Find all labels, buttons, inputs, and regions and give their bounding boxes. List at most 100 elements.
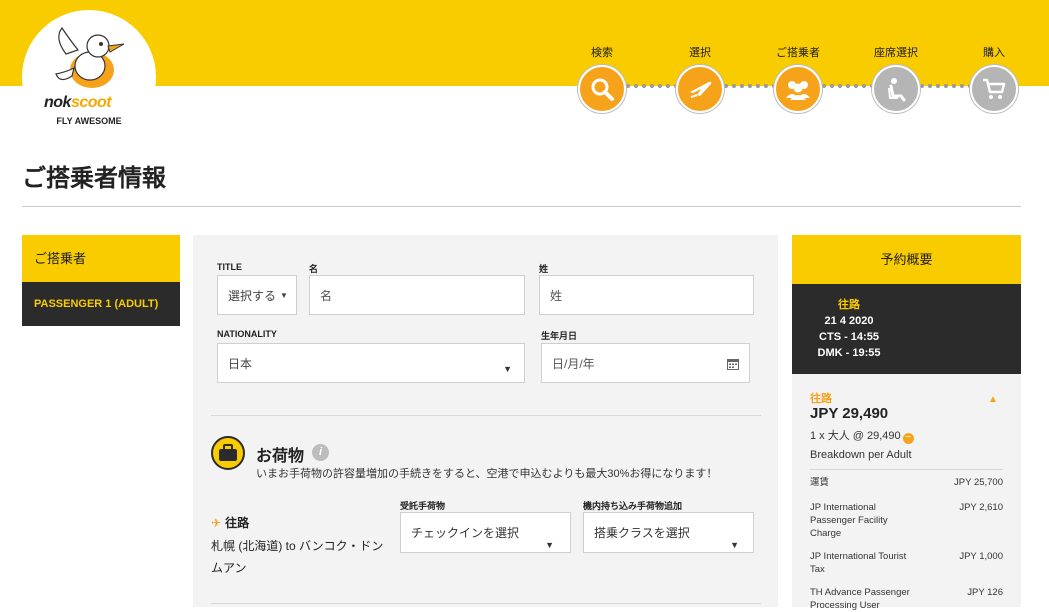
- airplane-icon: ✈: [211, 516, 222, 530]
- step-select[interactable]: 選択: [672, 46, 728, 113]
- luggage-icon: [211, 436, 245, 470]
- fee-row: 運賃 JPY 25,700: [810, 476, 1003, 489]
- step-circle: [578, 65, 626, 113]
- title-divider: [22, 206, 1021, 207]
- step-search[interactable]: 検索: [574, 46, 630, 113]
- fee-row: JP International Tourist Tax JPY 1,000: [810, 550, 1003, 576]
- step-label: 購入: [983, 47, 1005, 59]
- sidebar-heading: ご搭乗者: [22, 235, 180, 282]
- step-circle: [774, 65, 822, 113]
- search-icon: [591, 78, 614, 101]
- logo-scoot-text: scoot: [70, 94, 112, 111]
- last-name-label: 姓: [539, 264, 549, 274]
- step-label: 座席選択: [874, 47, 918, 59]
- dob-placeholder: 日/月/年: [552, 356, 595, 371]
- last-name-placeholder: 姓: [550, 288, 563, 303]
- fee-name: JP International Passenger Facility Char…: [810, 502, 888, 539]
- first-name-placeholder: 名: [320, 288, 333, 303]
- dob-input[interactable]: 日/月/年: [541, 343, 750, 383]
- dob-label: 生年月日: [541, 331, 578, 341]
- nokscoot-logo[interactable]: nokscoot FLY AWESOME: [22, 10, 156, 144]
- progress-connector: [920, 84, 972, 88]
- checked-baggage-label: 受託手荷物: [400, 501, 446, 511]
- remove-icon[interactable]: −: [902, 433, 914, 444]
- breakdown-label: Breakdown per Adult: [810, 449, 912, 461]
- fee-amount: JPY 25,700: [954, 477, 1003, 488]
- title-select[interactable]: 選択する ▼: [217, 275, 297, 315]
- cart-icon: [983, 78, 1006, 99]
- passengers-icon: [786, 81, 810, 100]
- airplane-icon: [690, 81, 712, 98]
- section-divider: [211, 415, 761, 416]
- nationality-value: 日本: [228, 356, 253, 371]
- progress-connector: [626, 84, 678, 88]
- sidebar-item-passenger-1[interactable]: PASSENGER 1 (ADULT): [22, 282, 180, 326]
- flight-info: 往路 21 4 2020 CTS - 14:55 DMK - 19:55: [810, 297, 888, 361]
- nationality-select[interactable]: 日本 ▼: [217, 343, 525, 383]
- step-circle: [872, 65, 920, 113]
- booking-progress: 検索 選択 ご搭乗者 座席選択 購入: [578, 46, 1018, 116]
- fee-name: TH Advance Passenger Processing User: [810, 587, 910, 611]
- baggage-title: お荷物: [256, 448, 305, 465]
- section-divider: [211, 603, 761, 604]
- fee-row: JP International Passenger Facility Char…: [810, 501, 1003, 540]
- checked-baggage-value: チェックインを選択: [411, 526, 520, 540]
- bird-mascot-icon: [55, 26, 125, 88]
- fee-name: JP International Tourist Tax: [810, 551, 907, 575]
- booking-summary: 予約概要 往路 21 4 2020 CTS - 14:55 DMK - 19:5…: [792, 235, 1021, 611]
- passenger-sidebar: ご搭乗者 PASSENGER 1 (ADULT): [22, 235, 180, 326]
- summary-total: JPY 29,490: [810, 405, 889, 422]
- logo-nok-text: nok: [44, 94, 71, 111]
- step-purchase[interactable]: 購入: [966, 46, 1022, 113]
- flight-depart: CTS - 14:55: [819, 331, 879, 343]
- fee-amount: JPY 126: [967, 587, 1003, 598]
- last-name-input[interactable]: 姓: [539, 275, 754, 315]
- baggage-route: 札幌 (北海道) to バンコク・ドンムアン: [211, 539, 384, 575]
- step-label: 検索: [591, 47, 613, 59]
- title-label: TITLE: [217, 262, 242, 272]
- summary-outbound-label: 往路: [810, 393, 832, 405]
- first-name-label: 名: [309, 264, 319, 274]
- logo-wordmark: nokscoot: [44, 94, 144, 112]
- summary-heading: 予約概要: [792, 235, 1021, 284]
- page-title: ご搭乗者情報: [22, 165, 166, 192]
- chevron-down-icon: ▼: [503, 364, 512, 374]
- pax-line-text: 1 x 大人 @ 29,490: [810, 430, 901, 442]
- checked-baggage-select[interactable]: チェックインを選択 ▼: [400, 512, 571, 553]
- step-seat-selection[interactable]: 座席選択: [868, 46, 924, 113]
- flight-date: 21 4 2020: [824, 315, 874, 327]
- summary-pax-line: 1 x 大人 @ 29,490−: [810, 427, 914, 444]
- step-circle: [676, 65, 724, 113]
- fee-row: TH Advance Passenger Processing User JPY…: [810, 586, 1003, 612]
- chevron-down-icon: ▼: [545, 540, 554, 550]
- step-circle: [970, 65, 1018, 113]
- cabin-baggage-label: 機内持ち込み手荷物追加: [583, 501, 683, 511]
- step-label: 選択: [689, 47, 711, 59]
- nationality-label: NATIONALITY: [217, 329, 277, 339]
- summary-divider: [810, 469, 1003, 470]
- flight-direction: 往路: [838, 299, 860, 311]
- logo-tagline: FLY AWESOME: [56, 116, 122, 126]
- title-select-value: 選択する: [228, 288, 277, 303]
- fee-amount: JPY 1,000: [959, 551, 1003, 562]
- first-name-input[interactable]: 名: [309, 275, 525, 315]
- info-icon[interactable]: i: [312, 444, 329, 461]
- baggage-outbound-label: ✈ 往路: [211, 514, 249, 531]
- collapse-arrow-icon[interactable]: ▲: [988, 394, 998, 405]
- cabin-baggage-select[interactable]: 搭乗クラスを選択 ▼: [583, 512, 754, 553]
- fee-name: 運賃: [810, 477, 830, 488]
- seat-icon: [888, 78, 906, 102]
- baggage-note: いまお手荷物の許容量増加の手続きをすると、空港で申込むよりも最大30%お得になり…: [256, 468, 718, 480]
- chevron-down-icon: ▼: [280, 290, 288, 300]
- fee-amount: JPY 2,610: [959, 502, 1003, 513]
- outbound-text: 往路: [225, 516, 250, 530]
- progress-connector: [822, 84, 874, 88]
- calendar-icon[interactable]: [727, 358, 739, 370]
- step-passengers[interactable]: ご搭乗者: [770, 46, 826, 113]
- progress-connector: [724, 84, 776, 88]
- flight-arrive: DMK - 19:55: [817, 347, 881, 359]
- cabin-baggage-value: 搭乗クラスを選択: [594, 526, 690, 540]
- chevron-down-icon: ▼: [730, 540, 739, 550]
- passenger-form: TITLE 選択する ▼ 名 名 姓 姓 NATIONALITY 日本 ▼ 生年月…: [193, 235, 778, 607]
- step-label: ご搭乗者: [776, 47, 820, 59]
